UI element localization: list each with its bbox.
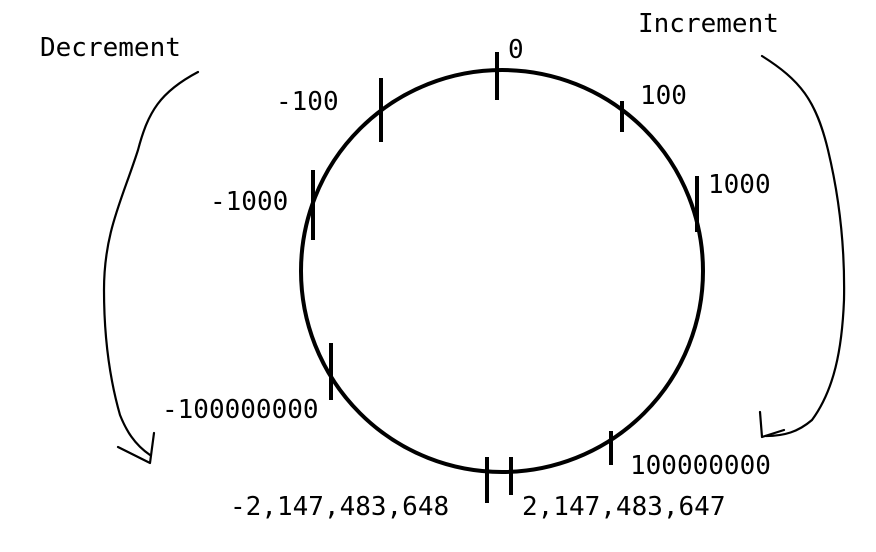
label-pos-100: 100 (640, 81, 687, 111)
decrement-label: Decrement (40, 33, 181, 63)
increment-arrow (760, 54, 846, 438)
label-pos-1000: 1000 (708, 170, 771, 200)
decrement-arrowhead (116, 431, 156, 465)
label-zero: 0 (508, 35, 524, 65)
label-neg-100: -100 (276, 87, 339, 117)
increment-label: Increment (638, 9, 779, 39)
label-neg-100000000: -100000000 (162, 395, 319, 425)
label-pos-100000000: 100000000 (630, 451, 771, 481)
label-min-int: -2,147,483,648 (230, 492, 449, 522)
number-ring (299, 68, 705, 474)
increment-arrowhead (758, 410, 786, 439)
label-neg-1000: -1000 (210, 187, 288, 217)
label-max-int: 2,147,483,647 (522, 492, 726, 522)
integer-overflow-diagram: Decrement Increment 0 100 1000 100000000… (40, 9, 846, 522)
